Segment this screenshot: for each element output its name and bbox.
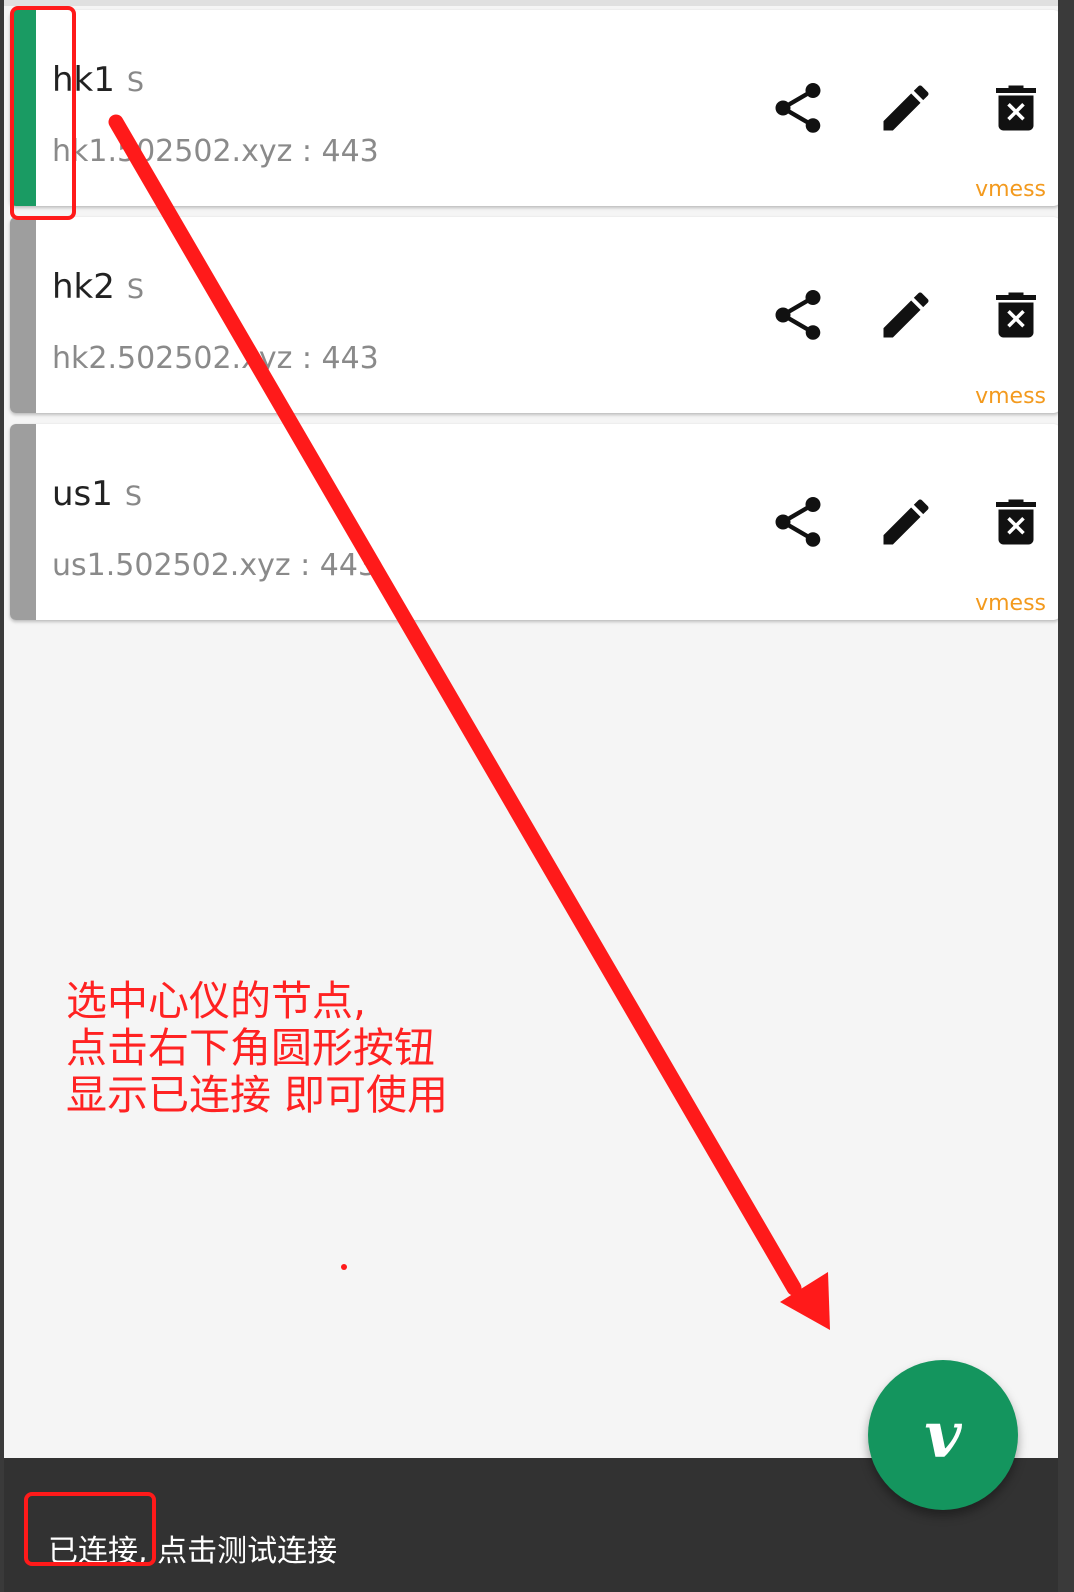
server-address: hk2.502502.xyz : 443 xyxy=(52,341,379,376)
unselected-indicator xyxy=(10,424,36,620)
delete-icon xyxy=(996,499,1036,545)
server-name: us1 S xyxy=(52,474,143,514)
annotation-highlight-indicator xyxy=(10,6,76,220)
delete-icon xyxy=(996,85,1036,131)
share-icon xyxy=(775,83,821,133)
annotation-highlight-status xyxy=(24,1492,156,1566)
delete-button[interactable] xyxy=(986,78,1046,138)
delete-button[interactable] xyxy=(986,492,1046,552)
protocol-label: vmess xyxy=(975,384,1046,409)
server-address: hk1.502502.xyz : 443 xyxy=(52,134,379,169)
share-button[interactable] xyxy=(768,285,828,345)
protocol-label: vmess xyxy=(975,591,1046,616)
annotation-note: 选中心仪的节点, 点击右下角圆形按钮 显示已连接 即可使用 xyxy=(66,977,449,1119)
edit-icon xyxy=(883,292,929,338)
previous-card-edge xyxy=(4,0,1058,6)
unselected-indicator xyxy=(10,217,36,413)
edit-icon xyxy=(883,85,929,131)
annotation-dot xyxy=(341,1264,347,1270)
edit-button[interactable] xyxy=(876,492,936,552)
share-button[interactable] xyxy=(768,78,828,138)
delete-icon xyxy=(996,292,1036,338)
edit-button[interactable] xyxy=(876,285,936,345)
app-screen: hk1 S hk1.502502.xyz : 443 vmess hk2 S hk2… xyxy=(4,0,1058,1592)
connect-fab-button[interactable]: v xyxy=(868,1360,1018,1510)
share-button[interactable] xyxy=(768,492,828,552)
server-address: us1.502502.xyz : 443 xyxy=(52,548,378,583)
server-card-us1[interactable]: us1 S us1.502502.xyz : 443 vmess xyxy=(10,424,1058,620)
edit-button[interactable] xyxy=(876,78,936,138)
delete-button[interactable] xyxy=(986,285,1046,345)
share-icon xyxy=(775,497,821,547)
server-card-hk2[interactable]: hk2 S hk2.502502.xyz : 443 vmess xyxy=(10,217,1058,413)
share-icon xyxy=(775,290,821,340)
edit-icon xyxy=(883,499,929,545)
server-name: hk2 S xyxy=(52,267,145,307)
protocol-label: vmess xyxy=(975,177,1046,202)
server-card-hk1[interactable]: hk1 S hk1.502502.xyz : 443 vmess xyxy=(10,10,1058,206)
v-logo-icon: v xyxy=(924,1397,962,1473)
